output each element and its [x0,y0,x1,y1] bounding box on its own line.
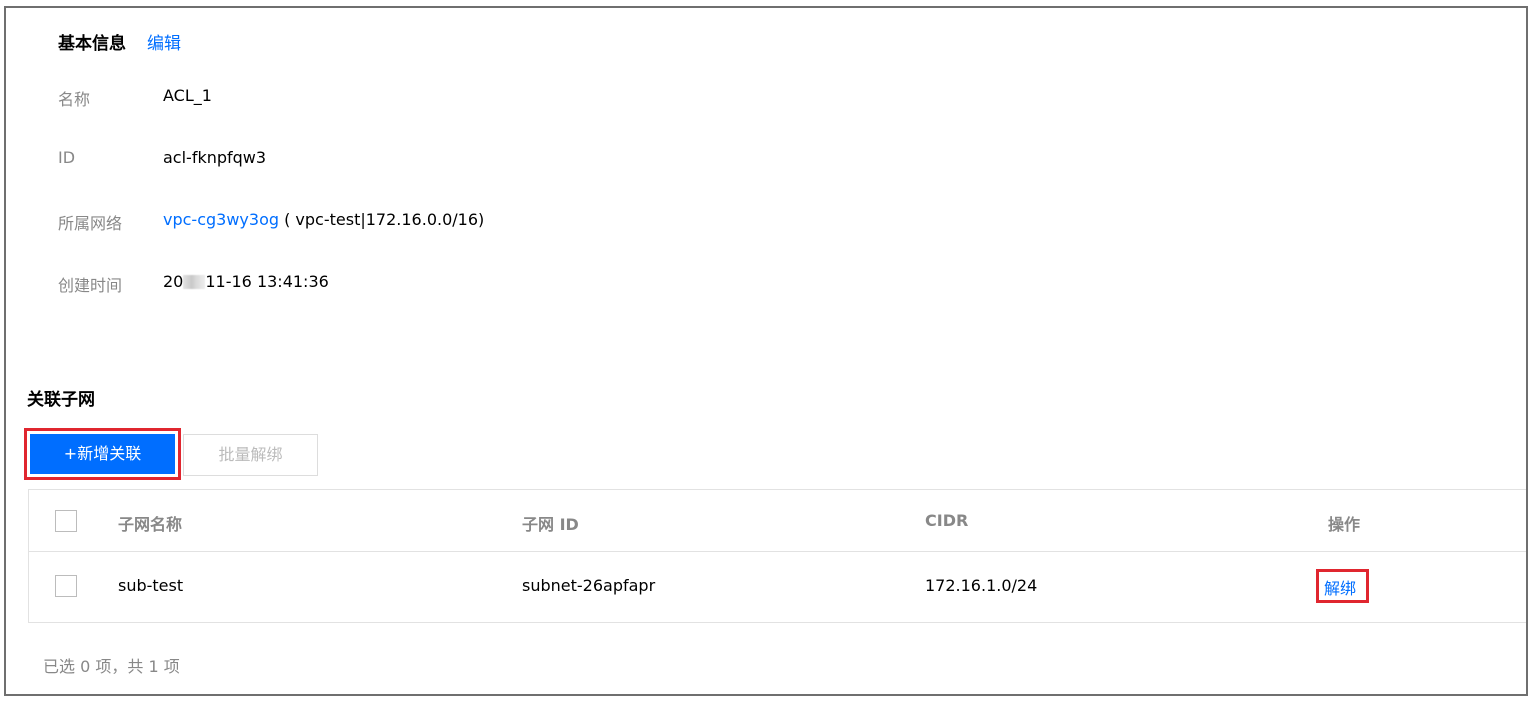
select-all-checkbox[interactable] [55,510,77,532]
column-header-subnet-name: 子网名称 [118,515,183,534]
name-label: 名称 [58,90,91,109]
associated-subnets-title: 关联子网 [27,390,95,410]
basic-info-title: 基本信息 [58,34,126,54]
vpc-link[interactable]: vpc-cg3wy3og [163,210,279,229]
acl-detail-panel: 基本信息 编辑 名称 ACL_1 ID acl-fknpfqw3 所属网络 vp… [4,6,1528,696]
unbind-highlight: 解绑 [1316,569,1369,603]
created-time-prefix: 20 [163,272,184,291]
subnet-name-cell: sub-test [118,576,184,595]
table-row: sub-test subnet-26apfapr 172.16.1.0/24 解… [29,552,1526,622]
name-value: ACL_1 [163,86,212,105]
edit-link[interactable]: 编辑 [147,29,181,54]
unbind-link[interactable]: 解绑 [1324,575,1356,599]
column-header-action: 操作 [1328,515,1361,534]
subnet-id-cell: subnet-26apfapr [522,576,656,595]
column-header-subnet-id: 子网 ID [522,515,579,534]
vpc-label: 所属网络 [58,214,123,233]
created-time-suffix: 11-16 13:41:36 [205,272,329,291]
vpc-value: vpc-cg3wy3og ( vpc-test|172.16.0.0/16) [163,210,484,229]
subnet-table: 子网名称 子网 ID CIDR 操作 sub-test subnet-26apf… [28,489,1526,623]
row-checkbox[interactable] [55,575,77,597]
add-association-button[interactable]: +新增关联 [30,434,175,474]
add-association-highlight: +新增关联 [24,428,181,480]
selection-count-text: 已选 0 项，共 1 项 [43,657,180,676]
id-value: acl-fknpfqw3 [163,148,267,167]
column-header-cidr: CIDR [925,511,969,530]
id-label: ID [58,148,76,167]
batch-unbind-button: 批量解绑 [183,434,318,476]
created-time-label: 创建时间 [58,276,123,295]
vpc-detail: ( vpc-test|172.16.0.0/16) [279,210,485,229]
redacted-mask [183,275,206,289]
cidr-cell: 172.16.1.0/24 [925,576,1038,595]
table-header-row: 子网名称 子网 ID CIDR 操作 [29,490,1526,552]
created-time-value: 20 11-16 13:41:36 [163,272,329,291]
